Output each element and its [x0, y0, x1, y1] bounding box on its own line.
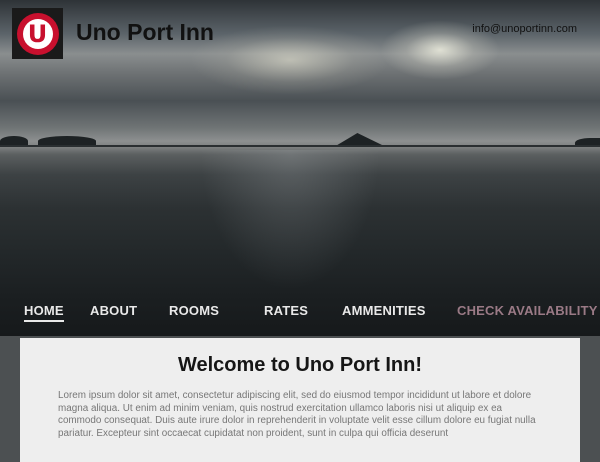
cloud-glow [190, 25, 390, 95]
nav-item-rooms[interactable]: ROOMS [169, 303, 219, 318]
email-link[interactable]: info@unoportinn.com [472, 23, 577, 35]
welcome-card: Welcome to Uno Port Inn! Lorem ipsum dol… [20, 338, 580, 462]
sea-reflection [200, 150, 380, 290]
nav-item-rates[interactable]: RATES [264, 303, 308, 318]
uno-logo-icon: U [16, 12, 59, 55]
nav-item-check-availability[interactable]: CHECK AVAILABILITY [457, 303, 598, 318]
main-nav: HOME ABOUT ROOMS RATES AMMENITIES CHECK … [0, 300, 600, 326]
hero-image: U Uno Port Inn info@unoportinn.com HOME … [0, 0, 600, 336]
welcome-heading: Welcome to Uno Port Inn! [177, 354, 423, 376]
welcome-text: Lorem ipsum dolor sit amet, consectetur … [58, 390, 536, 440]
logo[interactable]: U [12, 8, 63, 59]
horizon [0, 145, 600, 147]
logo-letter: U [27, 19, 48, 48]
nav-item-about[interactable]: ABOUT [90, 303, 137, 318]
nav-item-ammenities[interactable]: AMMENITIES [342, 303, 426, 318]
nav-item-home[interactable]: HOME [24, 303, 64, 322]
site-title[interactable]: Uno Port Inn [76, 19, 214, 46]
